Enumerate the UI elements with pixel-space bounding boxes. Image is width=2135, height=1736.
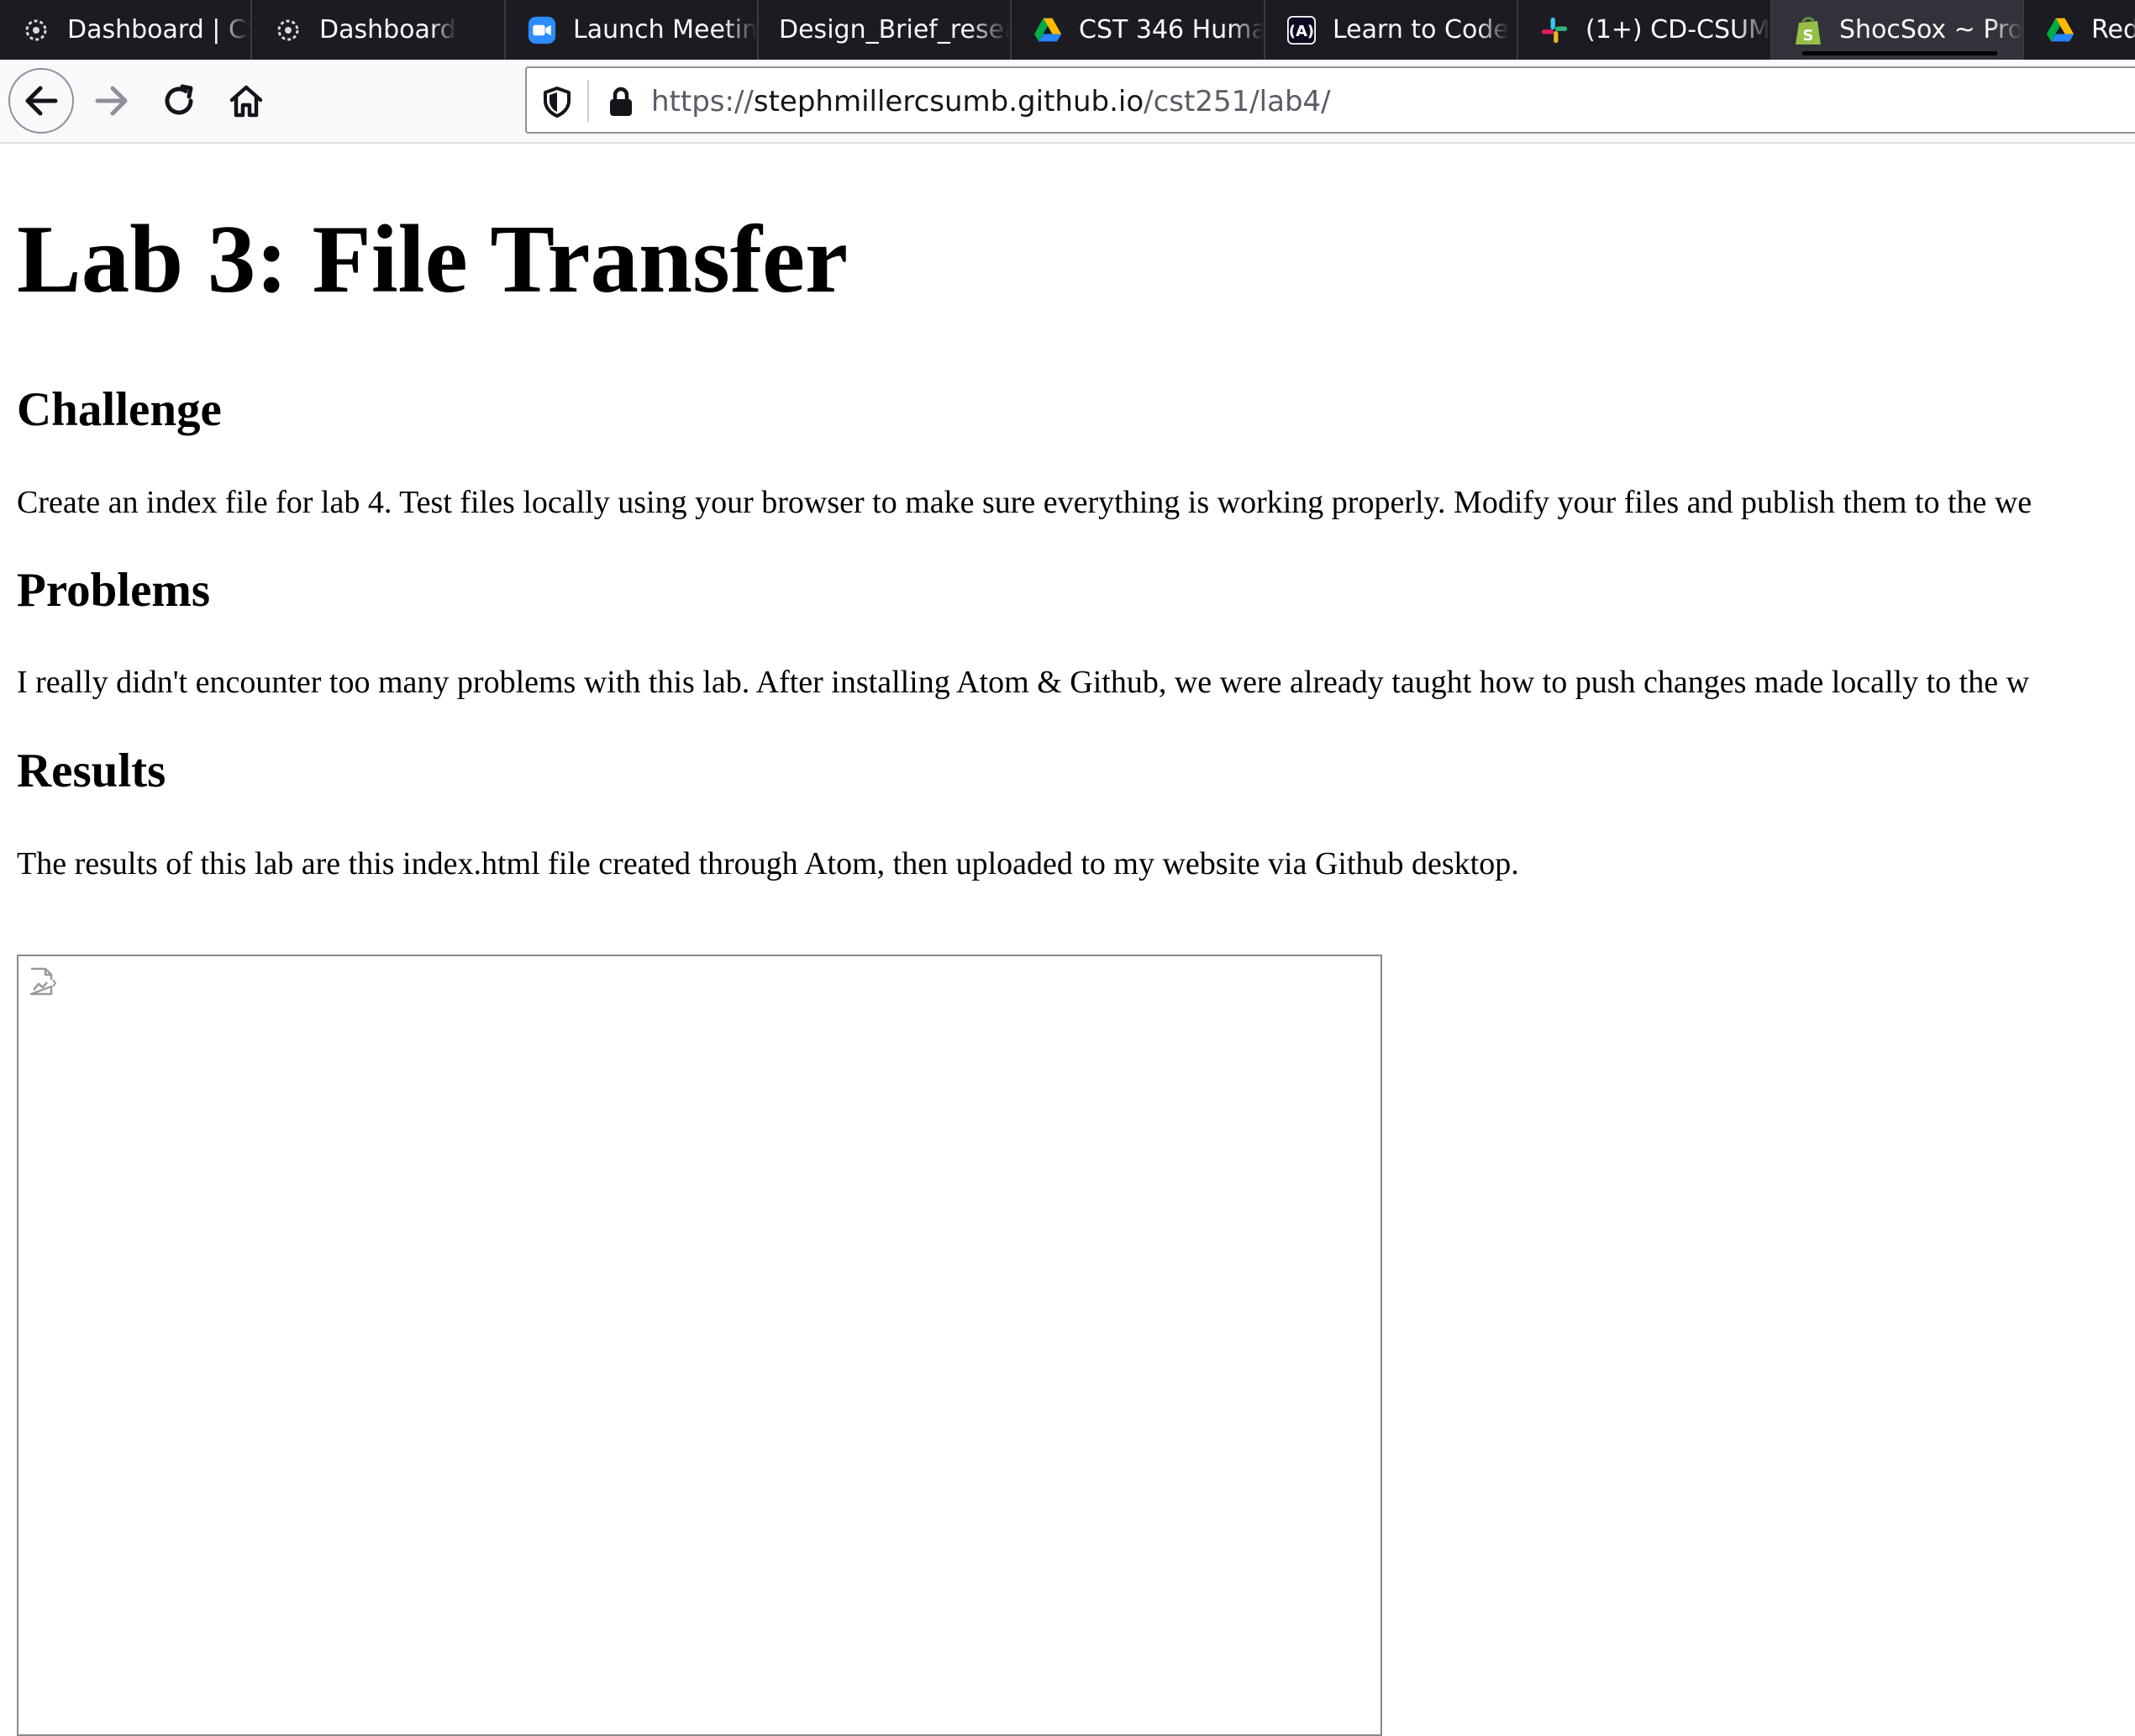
section-heading-problems: Problems xyxy=(17,564,211,617)
tab-title: CST 346 Human xyxy=(1079,15,1264,45)
reload-icon xyxy=(165,84,193,115)
tab-red[interactable]: Red xyxy=(2024,0,2135,60)
section-heading-results: Results xyxy=(17,744,166,797)
tab-dashboard-csumb[interactable]: Dashboard | CSUMB xyxy=(0,0,252,60)
tab-learn-to-code[interactable]: (A) Learn to Code xyxy=(1265,0,1518,60)
google-drive-icon xyxy=(2046,16,2075,45)
home-icon xyxy=(229,85,263,118)
tab-slack[interactable]: (1+) CD-CSUMB xyxy=(1518,0,1772,60)
canvas-icon xyxy=(22,16,50,45)
tab-title: Dashboard xyxy=(319,15,456,45)
arrow-left-icon xyxy=(25,86,58,116)
page-content: Lab 3: File Transfer Challenge Create an… xyxy=(0,145,2135,1736)
url-text[interactable]: https://stephmillercsumb.github.io/cst25… xyxy=(651,78,1331,125)
tab-shocsox[interactable]: S ShocSox ~ Products xyxy=(1772,0,2024,60)
canvas-icon xyxy=(274,16,302,45)
tracking-protection-shield-icon[interactable] xyxy=(540,85,574,118)
url-host: stephmillercsumb.github.io xyxy=(753,85,1144,118)
tab-zoom-launch-meeting[interactable]: Launch Meeting - Zoom xyxy=(506,0,759,60)
section-body-challenge: Create an index file for lab 4. Test fil… xyxy=(17,485,2032,520)
google-drive-icon xyxy=(1033,16,1062,45)
active-tab-indicator xyxy=(1802,51,1997,55)
svg-text:S: S xyxy=(1803,27,1814,45)
lock-icon[interactable] xyxy=(604,85,638,118)
tab-title: Design_Brief_research xyxy=(779,15,1010,45)
back-button[interactable] xyxy=(8,68,74,134)
section-body-results: The results of this lab are this index.h… xyxy=(17,846,1519,881)
url-bar-divider xyxy=(587,80,589,122)
tab-title: ShocSox ~ Products xyxy=(1839,15,2022,45)
tab-cst-346[interactable]: CST 346 Human xyxy=(1012,0,1265,60)
tab-title: (1+) CD-CSUMB xyxy=(1585,15,1770,45)
broken-image xyxy=(17,955,1382,1736)
reload-button[interactable] xyxy=(146,68,212,134)
tab-title: Launch Meeting - Zoom xyxy=(573,15,757,45)
section-body-problems: I really didn't encounter too many probl… xyxy=(17,665,2030,700)
url-bar[interactable]: https://stephmillercsumb.github.io/cst25… xyxy=(525,66,2135,134)
page-title: Lab 3: File Transfer xyxy=(17,206,849,313)
tab-title: Red xyxy=(2091,15,2135,45)
url-scheme: https:// xyxy=(651,85,754,118)
home-button[interactable] xyxy=(213,68,279,134)
tab-design-brief[interactable]: Design_Brief_research xyxy=(759,0,1012,60)
zoom-icon xyxy=(528,16,556,45)
shopify-icon: S xyxy=(1794,16,1822,45)
forward-button[interactable] xyxy=(79,68,145,134)
tab-strip: Dashboard | CSUMB Dashboard Launch Meeti… xyxy=(0,0,2135,60)
navigation-toolbar: https://stephmillercsumb.github.io/cst25… xyxy=(0,60,2135,144)
arrow-right-icon xyxy=(95,86,128,116)
url-path: /cst251/lab4/ xyxy=(1144,85,1331,118)
freecodecamp-icon: (A) xyxy=(1287,15,1316,45)
svg-text:(A): (A) xyxy=(1289,23,1314,40)
tab-title: Learn to Code xyxy=(1333,15,1509,45)
tab-title: Dashboard | CSUMB xyxy=(67,15,250,45)
tab-dashboard[interactable]: Dashboard xyxy=(252,0,506,60)
broken-image-icon xyxy=(29,967,57,996)
slack-icon xyxy=(1540,16,1569,45)
section-heading-challenge: Challenge xyxy=(17,383,222,436)
